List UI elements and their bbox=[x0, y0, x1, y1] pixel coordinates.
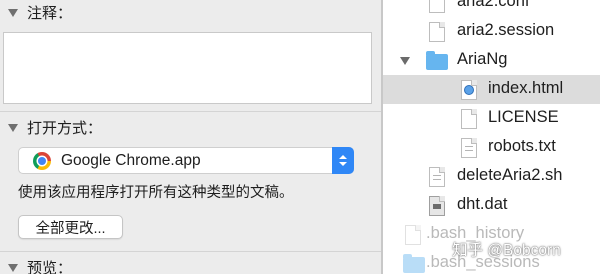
globe-icon bbox=[464, 85, 474, 95]
section-divider bbox=[0, 251, 381, 252]
document-icon bbox=[429, 0, 445, 13]
file-name: deleteAria2.sh bbox=[457, 166, 563, 184]
change-all-button[interactable]: 全部更改... bbox=[18, 215, 123, 239]
document-icon bbox=[461, 109, 477, 129]
section-divider bbox=[0, 111, 381, 112]
selected-app-name: Google Chrome.app bbox=[61, 151, 201, 169]
disclosure-triangle-icon[interactable] bbox=[8, 8, 18, 17]
open-with-app-select[interactable]: Google Chrome.app bbox=[18, 147, 354, 174]
popup-stepper-icon[interactable] bbox=[332, 147, 354, 174]
file-row[interactable]: aria2.conf bbox=[383, 0, 600, 17]
document-icon bbox=[429, 22, 445, 42]
disclosure-triangle-icon[interactable] bbox=[400, 57, 410, 65]
file-name: robots.txt bbox=[488, 137, 556, 155]
file-name: index.html bbox=[488, 79, 564, 97]
open-with-label: 打开方式： bbox=[27, 120, 103, 137]
open-with-description: 使用该应用程序打开所有这种类型的文稿。 bbox=[18, 185, 294, 201]
watermark: 知乎 @Bobcorn bbox=[452, 242, 561, 259]
disclosure-triangle-icon[interactable] bbox=[8, 123, 18, 132]
file-list: aria2.conf aria2.session AriaNg index.ht… bbox=[383, 0, 600, 274]
comments-label: 注释： bbox=[27, 5, 73, 22]
preview-label: 预览： bbox=[27, 260, 73, 274]
file-name: AriaNg bbox=[457, 50, 508, 68]
text-document-icon bbox=[461, 138, 477, 158]
open-with-section-header[interactable]: 打开方式： bbox=[8, 117, 102, 138]
folder-icon bbox=[403, 254, 425, 273]
folder-row[interactable]: AriaNg bbox=[383, 46, 600, 75]
file-row[interactable]: deleteAria2.sh bbox=[383, 162, 600, 191]
file-row-selected[interactable]: index.html bbox=[383, 75, 600, 104]
executable-icon bbox=[429, 196, 445, 216]
text-document-icon bbox=[429, 167, 445, 187]
file-name: aria2.conf bbox=[457, 0, 530, 10]
preview-section-header[interactable]: 预览： bbox=[8, 257, 72, 274]
file-row[interactable]: aria2.session bbox=[383, 17, 600, 46]
disclosure-triangle-icon[interactable] bbox=[8, 263, 18, 272]
file-name: dht.dat bbox=[457, 195, 508, 213]
comments-field[interactable] bbox=[3, 32, 372, 104]
terminal-glyph-icon bbox=[433, 204, 441, 209]
document-icon bbox=[405, 225, 421, 245]
comments-section-header[interactable]: 注释： bbox=[8, 2, 72, 23]
file-name: aria2.session bbox=[457, 21, 555, 39]
file-row[interactable]: dht.dat bbox=[383, 191, 600, 220]
chrome-icon bbox=[33, 151, 51, 170]
file-row[interactable]: LICENSE bbox=[383, 104, 600, 133]
chevron-down-icon bbox=[339, 162, 347, 166]
chevron-up-icon bbox=[339, 155, 347, 159]
file-name: LICENSE bbox=[488, 108, 559, 126]
html-document-icon bbox=[461, 80, 477, 100]
file-row[interactable]: robots.txt bbox=[383, 133, 600, 162]
info-panel: 注释： 打开方式： Google Chrome.app 使用该应用程序打开所有这… bbox=[0, 0, 381, 274]
folder-icon bbox=[426, 51, 448, 70]
